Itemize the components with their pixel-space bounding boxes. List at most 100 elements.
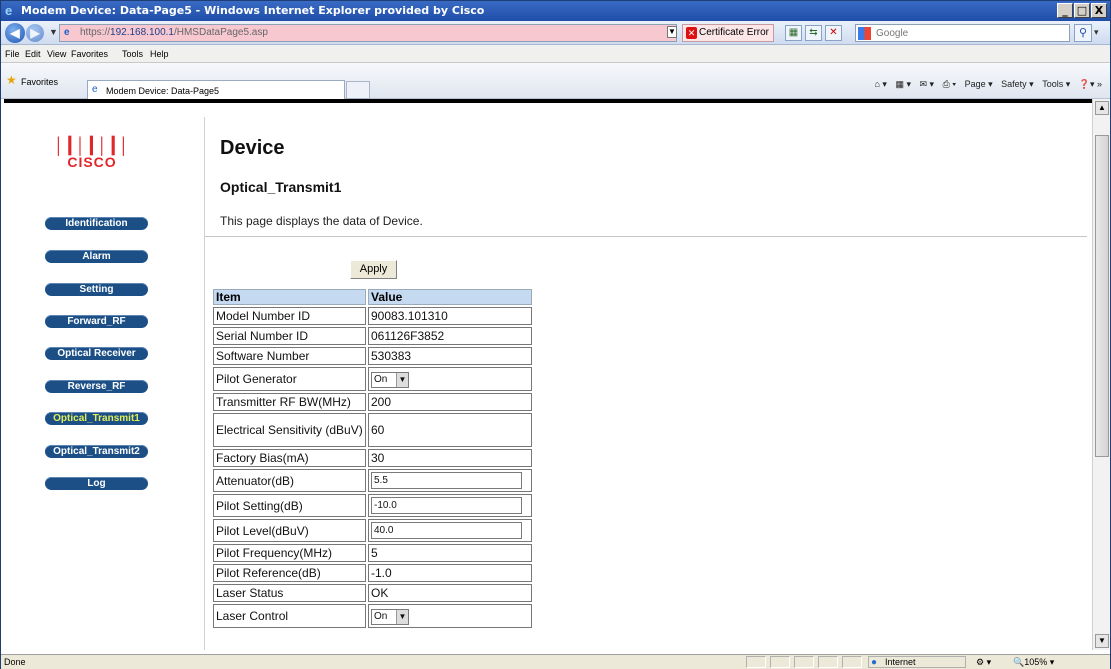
- safety-menu[interactable]: Safety ▾: [1001, 79, 1034, 89]
- row-label: Model Number ID: [213, 307, 366, 325]
- active-tab[interactable]: e Modem Device: Data-Page5: [87, 80, 345, 99]
- new-tab-button[interactable]: [346, 81, 370, 99]
- scroll-down-icon[interactable]: ▼: [1095, 634, 1109, 648]
- url-text: https://192.168.100.1/HMSDataPage5.asp: [80, 27, 268, 38]
- url-field[interactable]: e https://192.168.100.1/HMSDataPage5.asp: [59, 24, 677, 42]
- nav-optical-transmit2[interactable]: Optical_Transmit2: [45, 445, 148, 458]
- table-row: Pilot Reference(dB) -1.0: [213, 564, 532, 582]
- pilot-generator-select[interactable]: On ▼: [371, 371, 409, 388]
- row-value: 60: [368, 413, 532, 447]
- forward-button[interactable]: ▶: [26, 24, 44, 42]
- page-content: │┃│┃│┃│ CISCO Identification Alarm Setti…: [4, 103, 1092, 650]
- cisco-logo-bars: │┃│┃│┃│: [54, 138, 130, 155]
- nav-forward-rf[interactable]: Forward_RF: [45, 315, 148, 328]
- zoom-control[interactable]: 🔍105% ▾: [1013, 657, 1054, 668]
- chevron-down-icon: ▼: [396, 609, 408, 624]
- nav-optical-transmit1[interactable]: Optical_Transmit1: [45, 412, 148, 425]
- status-bar: Done ● Internet ⚙ ▾ 🔍105% ▾: [1, 654, 1110, 669]
- mail-icon[interactable]: ✉ ▾: [920, 79, 935, 89]
- row-value: On ▼: [368, 367, 532, 391]
- menu-tools[interactable]: Tools: [122, 49, 143, 59]
- menu-file[interactable]: File: [5, 49, 20, 59]
- close-button[interactable]: X: [1091, 3, 1107, 18]
- scroll-up-icon[interactable]: ▲: [1095, 101, 1109, 115]
- search-icon[interactable]: ⚲: [1074, 24, 1092, 42]
- row-label: Software Number: [213, 347, 366, 365]
- header-divider: [205, 236, 1087, 237]
- favorites-button[interactable]: Favorites: [21, 77, 58, 87]
- nav-reverse-rf[interactable]: Reverse_RF: [45, 380, 148, 393]
- star-icon: ★: [6, 73, 17, 87]
- tools-menu[interactable]: Tools ▾: [1042, 79, 1070, 89]
- row-value: -1.0: [368, 564, 532, 582]
- row-value: -10.0: [368, 494, 532, 517]
- help-icon[interactable]: ❓▾ »: [1079, 79, 1102, 89]
- row-label: Pilot Level(dBuV): [213, 519, 366, 542]
- column-header-value: Value: [368, 289, 532, 305]
- row-label: Laser Control: [213, 604, 366, 628]
- row-value: 061126F3852: [368, 327, 532, 345]
- browser-window: e Modem Device: Data-Page5 - Windows Int…: [0, 0, 1111, 669]
- nav-optical-receiver[interactable]: Optical Receiver: [45, 347, 148, 360]
- search-options-icon[interactable]: ▾: [1094, 27, 1099, 38]
- table-row: Pilot Generator On ▼: [213, 367, 532, 391]
- back-button[interactable]: ◀: [5, 23, 25, 43]
- status-text: Done: [4, 657, 26, 667]
- device-data-table: Item Value Model Number ID 90083.101310 …: [211, 287, 534, 630]
- home-icon[interactable]: ⌂ ▾: [874, 79, 886, 89]
- table-row: Model Number ID 90083.101310: [213, 307, 532, 325]
- column-header-item: Item: [213, 289, 366, 305]
- print-icon[interactable]: ⎙ ▾: [943, 79, 956, 89]
- stop-icon[interactable]: ✕: [825, 25, 842, 41]
- history-dropdown-icon[interactable]: ▼: [49, 27, 58, 37]
- compat-view-icon[interactable]: ▦: [785, 25, 802, 41]
- table-header-row: Item Value: [213, 289, 532, 305]
- table-row: Transmitter RF BW(MHz) 200: [213, 393, 532, 411]
- row-label: Pilot Setting(dB): [213, 494, 366, 517]
- nav-setting[interactable]: Setting: [45, 283, 148, 296]
- table-row: Pilot Level(dBuV) 40.0: [213, 519, 532, 542]
- pilot-level-input[interactable]: 40.0: [371, 522, 522, 539]
- scroll-thumb[interactable]: [1095, 135, 1109, 457]
- row-value: On ▼: [368, 604, 532, 628]
- row-value: 5.5: [368, 469, 532, 492]
- page-icon: e: [64, 27, 70, 38]
- protected-mode-icon[interactable]: ⚙ ▾: [976, 657, 991, 668]
- row-label: Transmitter RF BW(MHz): [213, 393, 366, 411]
- laser-control-select[interactable]: On ▼: [371, 608, 409, 625]
- refresh-icon[interactable]: ⇆: [805, 25, 822, 41]
- google-icon: [858, 27, 871, 40]
- row-label: Laser Status: [213, 584, 366, 602]
- menu-help[interactable]: Help: [150, 49, 169, 59]
- certificate-error-button[interactable]: ✕ Certificate Error: [682, 24, 774, 42]
- page-subtitle: Optical_Transmit1: [220, 179, 342, 195]
- attenuator-input[interactable]: 5.5: [371, 472, 522, 489]
- minimize-button[interactable]: _: [1057, 3, 1073, 18]
- row-value: 200: [368, 393, 532, 411]
- feeds-icon[interactable]: ▦ ▾: [895, 79, 911, 89]
- status-segment: [842, 656, 862, 668]
- chevron-down-icon: ▼: [396, 372, 408, 387]
- menu-view[interactable]: View: [47, 49, 66, 59]
- maximize-button[interactable]: □: [1074, 3, 1090, 18]
- nav-alarm[interactable]: Alarm: [45, 250, 148, 263]
- url-dropdown-icon[interactable]: ▼: [667, 26, 677, 38]
- table-row: Laser Control On ▼: [213, 604, 532, 628]
- vertical-scrollbar[interactable]: ▲ ▼: [1092, 99, 1110, 650]
- favorites-bar: ★ Favorites e Modem Device: Data-Page5 ⌂…: [1, 63, 1110, 99]
- menu-favorites[interactable]: Favorites: [71, 49, 108, 59]
- page-menu[interactable]: Page ▾: [965, 79, 993, 89]
- table-row: Laser Status OK: [213, 584, 532, 602]
- status-segment: [746, 656, 766, 668]
- search-input[interactable]: Google: [855, 24, 1070, 42]
- page-description: This page displays the data of Device.: [220, 214, 423, 228]
- table-row: Pilot Frequency(MHz) 5: [213, 544, 532, 562]
- menu-edit[interactable]: Edit: [25, 49, 41, 59]
- cisco-wordmark: CISCO: [67, 154, 117, 170]
- nav-identification[interactable]: Identification: [45, 217, 148, 230]
- nav-log[interactable]: Log: [45, 477, 148, 490]
- pilot-setting-input[interactable]: -10.0: [371, 497, 522, 514]
- table-row: Software Number 530383: [213, 347, 532, 365]
- globe-icon: ●: [871, 657, 878, 668]
- apply-button[interactable]: Apply: [350, 260, 397, 279]
